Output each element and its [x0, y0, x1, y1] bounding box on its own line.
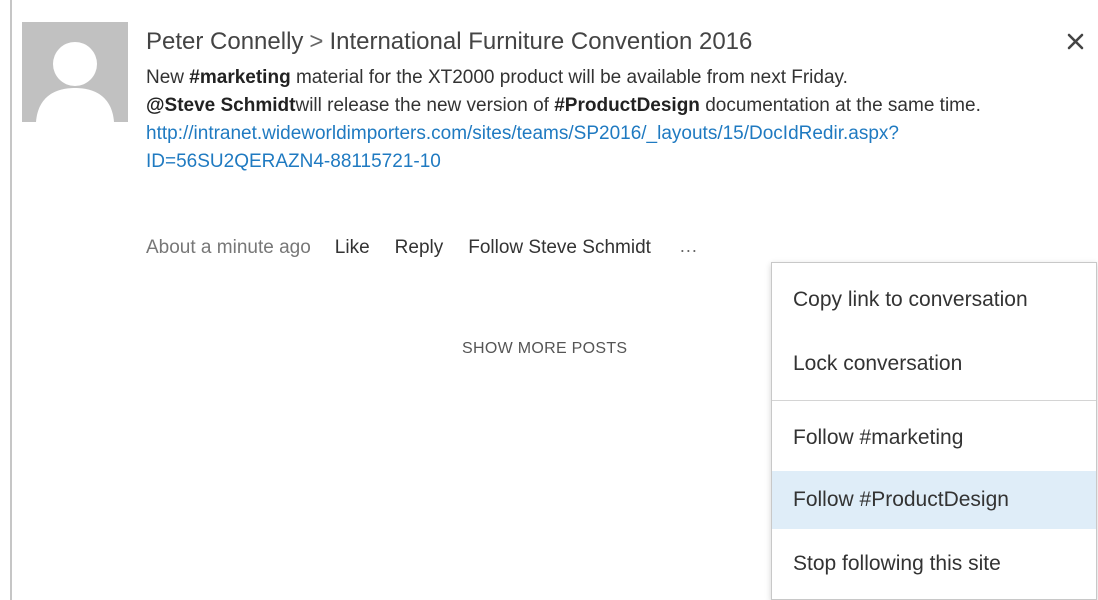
document-link[interactable]: http://intranet.wideworldimporters.com/s… — [146, 120, 1046, 176]
hashtag-productdesign[interactable]: #ProductDesign — [554, 95, 700, 116]
person-silhouette-icon — [22, 22, 128, 122]
reply-button[interactable]: Reply — [395, 237, 444, 259]
context-menu: Copy link to conversation Lock conversat… — [771, 262, 1097, 600]
post-body: New #marketing material for the XT2000 p… — [146, 64, 1046, 176]
mention-steve-schmidt[interactable]: @Steve Schmidt — [146, 95, 295, 116]
menu-item-stop-following-site[interactable]: Stop following this site — [772, 535, 1096, 593]
post-actions: About a minute ago Like Reply Follow Ste… — [146, 236, 698, 259]
document-link-line-1[interactable]: http://intranet.wideworldimporters.com/s… — [146, 123, 899, 144]
menu-item-lock-conversation[interactable]: Lock conversation — [772, 335, 1096, 393]
post-text: documentation at the same time. — [699, 95, 981, 116]
menu-item-follow-productdesign[interactable]: Follow #ProductDesign — [772, 471, 1096, 529]
breadcrumb-separator: > — [309, 28, 324, 55]
site-name[interactable]: International Furniture Convention 2016 — [329, 28, 752, 55]
document-link-line-2[interactable]: ID=56SU2QERAZN4-88115721-10 — [146, 151, 441, 172]
menu-item-follow-marketing[interactable]: Follow #marketing — [772, 409, 1096, 467]
author-name[interactable]: Peter Connelly — [146, 28, 303, 55]
timestamp: About a minute ago — [146, 237, 311, 258]
post-header: Peter Connelly > International Furniture C… — [146, 28, 752, 56]
hashtag-marketing[interactable]: #marketing — [189, 67, 290, 88]
post-text: New — [146, 67, 190, 88]
like-button[interactable]: Like — [335, 237, 370, 259]
post-text: material for the XT2000 product will be … — [290, 67, 848, 88]
follow-user-button[interactable]: Follow Steve Schmidt — [468, 237, 651, 259]
avatar[interactable] — [22, 22, 128, 122]
more-options-button[interactable]: ... — [680, 236, 698, 257]
close-icon[interactable] — [1063, 28, 1089, 54]
menu-item-copy-link[interactable]: Copy link to conversation — [772, 271, 1096, 329]
menu-divider — [772, 400, 1096, 401]
post-text: will release the new version of — [295, 95, 555, 116]
show-more-posts-button[interactable]: SHOW MORE POSTS — [462, 340, 627, 358]
